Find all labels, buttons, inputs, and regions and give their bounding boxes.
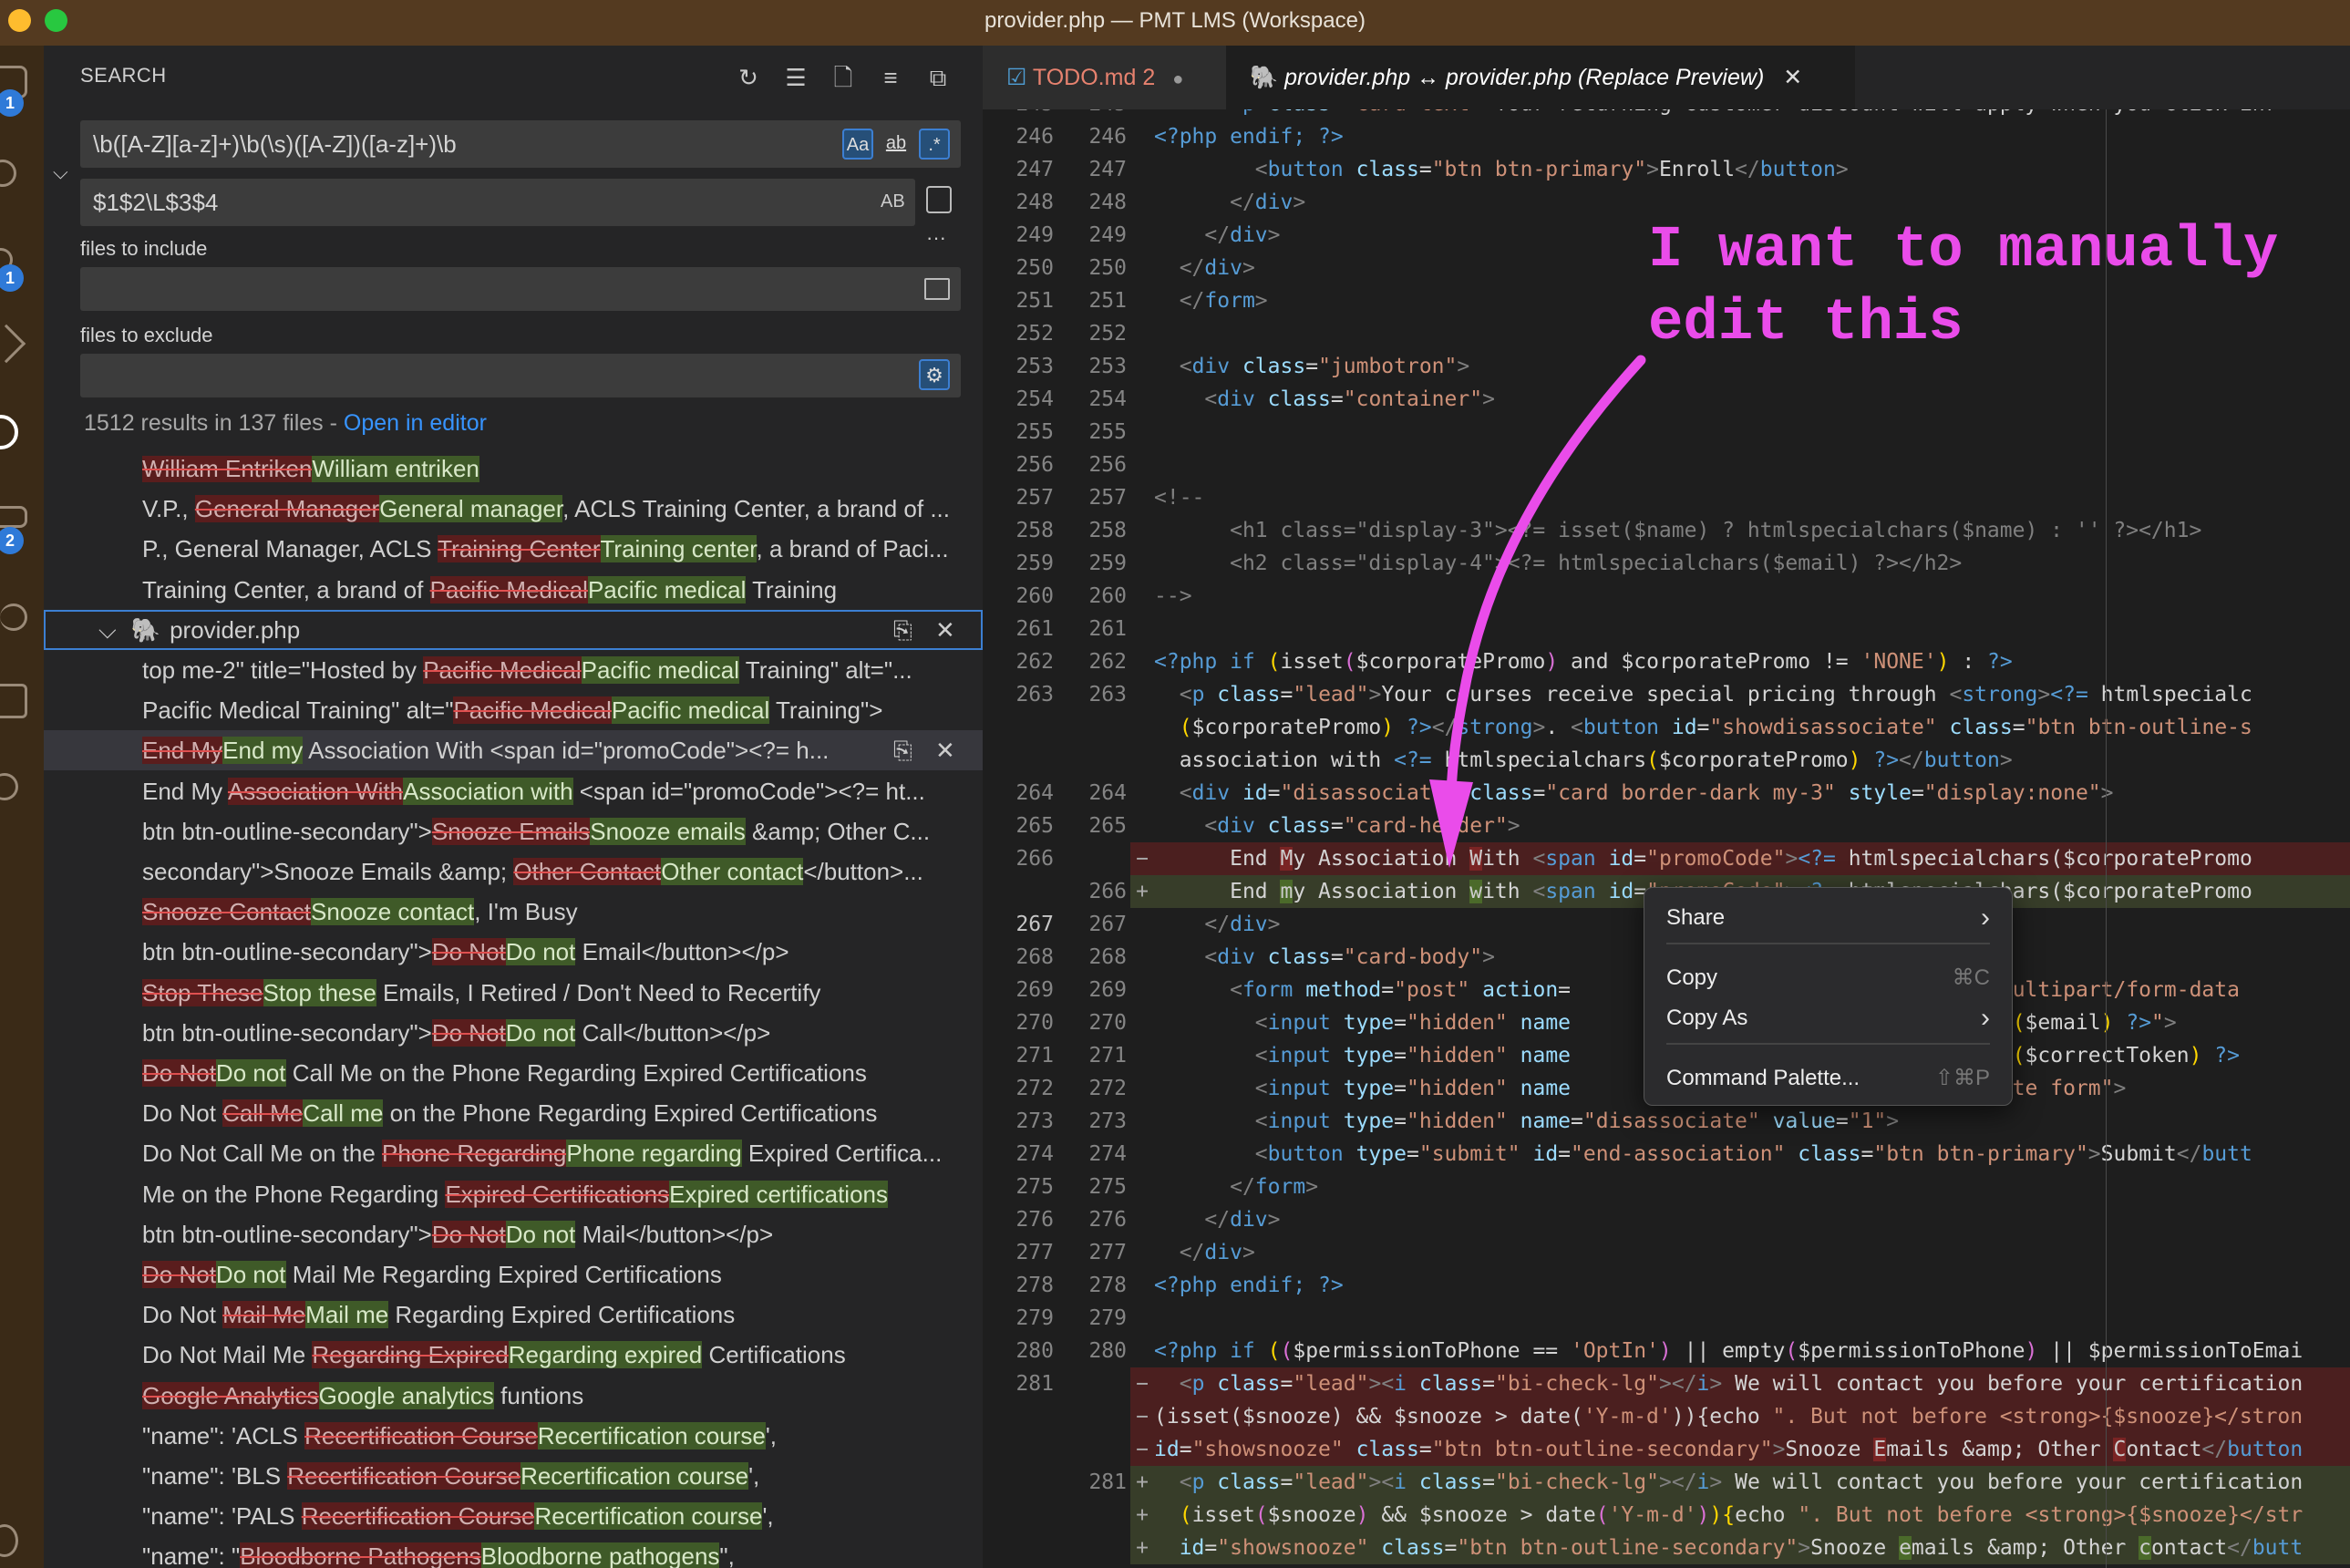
context-menu: Share › Copy ⌘C Copy As › Command Palette..… [1644, 887, 2013, 1106]
submenu-chevron-icon: › [1981, 1003, 1990, 1033]
menu-item-copy[interactable]: Copy ⌘C [1666, 960, 1990, 996]
command-palette-shortcut: ⇧⌘P [1934, 1066, 1990, 1090]
annotation-arrow-icon [1429, 355, 1646, 868]
menu-separator [1666, 1043, 1990, 1045]
submenu-chevron-icon: › [1981, 903, 1990, 933]
menu-item-share[interactable]: Share › [1666, 900, 1990, 936]
menu-item-command-palette[interactable]: Command Palette... ⇧⌘P [1666, 1060, 1990, 1097]
menu-separator [1666, 943, 1990, 944]
menu-item-copy-as[interactable]: Copy As › [1666, 1000, 1990, 1037]
copy-shortcut: ⌘C [1952, 965, 1990, 990]
